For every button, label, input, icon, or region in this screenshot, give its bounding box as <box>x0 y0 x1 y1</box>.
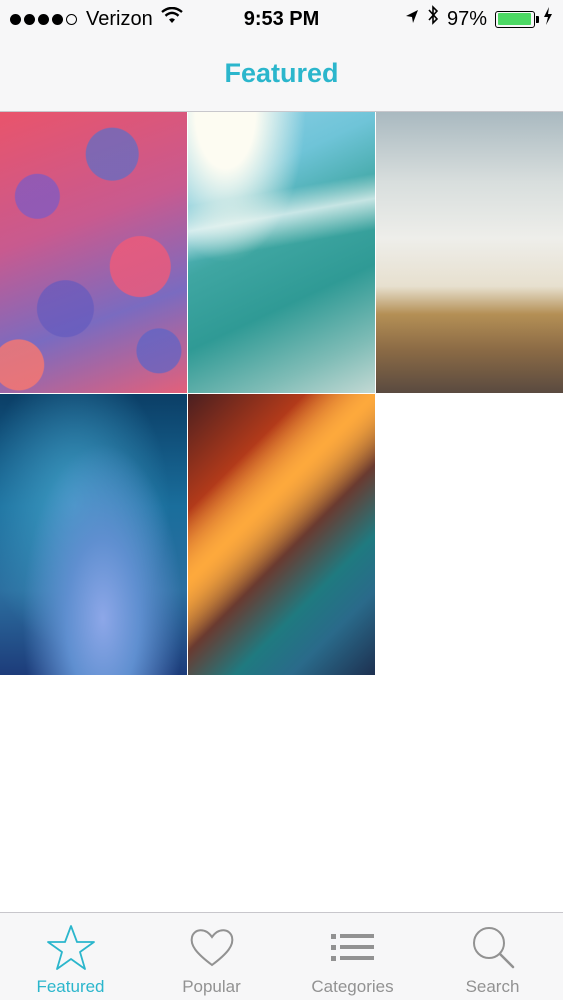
navigation-bar: Featured <box>0 38 563 112</box>
location-arrow-icon <box>405 0 419 38</box>
star-icon <box>0 923 141 973</box>
heart-icon <box>141 923 282 973</box>
list-icon <box>282 923 423 973</box>
wallpaper-thumbnail-ocean-wave[interactable] <box>188 112 375 393</box>
charging-bolt-icon <box>543 0 553 38</box>
wallpaper-thumbnail-light-streaks[interactable] <box>188 394 375 675</box>
wallpaper-thumbnail-blue-blur[interactable] <box>0 394 187 675</box>
wallpaper-thumbnail-geometric-pattern[interactable] <box>0 112 187 393</box>
bluetooth-icon <box>427 0 439 38</box>
tab-label-search: Search <box>465 977 520 996</box>
tab-categories[interactable]: Categories <box>282 913 423 1001</box>
status-bar: Verizon 9:53 PM 97% <box>0 0 563 38</box>
tab-featured[interactable]: Featured <box>0 913 141 1001</box>
tab-label-categories: Categories <box>311 977 394 996</box>
wallpaper-thumbnail-hazy-horizon[interactable] <box>376 112 563 393</box>
battery-icon <box>495 10 539 28</box>
status-right: 97% <box>397 0 553 38</box>
tab-label-featured: Featured <box>36 977 105 996</box>
page-title: Featured <box>224 58 339 88</box>
battery-percentage: 97% <box>446 8 487 30</box>
battery-tip <box>536 15 539 23</box>
tab-label-popular: Popular <box>182 977 241 996</box>
tab-popular[interactable]: Popular <box>141 913 282 1001</box>
battery-level-fill <box>497 13 532 25</box>
search-icon <box>422 923 563 973</box>
tab-bar: Featured Popular Categories Search <box>0 912 563 1000</box>
tab-search[interactable]: Search <box>422 913 563 1001</box>
